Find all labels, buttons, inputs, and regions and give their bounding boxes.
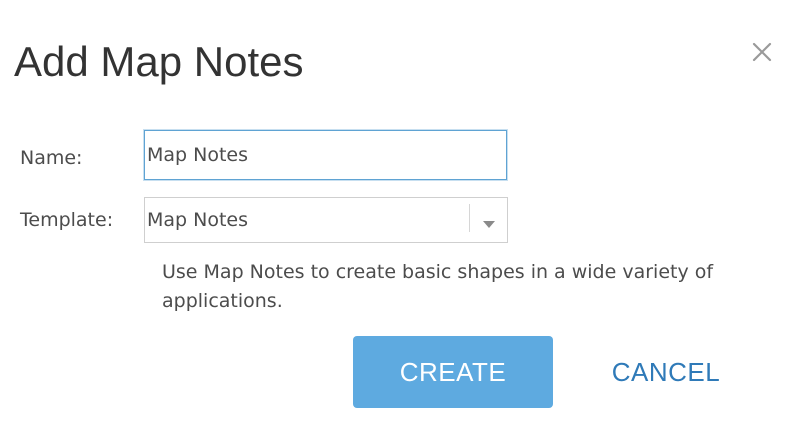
template-select[interactable]: Map Notes (144, 197, 508, 243)
template-selected-value: Map Notes (147, 209, 249, 231)
close-icon (748, 38, 776, 66)
cancel-button[interactable]: CANCEL (586, 336, 746, 408)
select-divider (469, 204, 470, 232)
chevron-down-icon (483, 214, 495, 228)
name-input[interactable] (144, 130, 507, 180)
dialog-title: Add Map Notes (14, 38, 304, 85)
template-label: Template: (20, 209, 114, 231)
template-help-text: Use Map Notes to create basic shapes in … (162, 261, 714, 312)
add-map-notes-dialog: Add Map Notes Name: Template: Map Notes … (0, 0, 786, 430)
close-button[interactable] (748, 38, 776, 66)
name-label: Name: (20, 147, 83, 169)
create-button[interactable]: CREATE (353, 336, 553, 408)
